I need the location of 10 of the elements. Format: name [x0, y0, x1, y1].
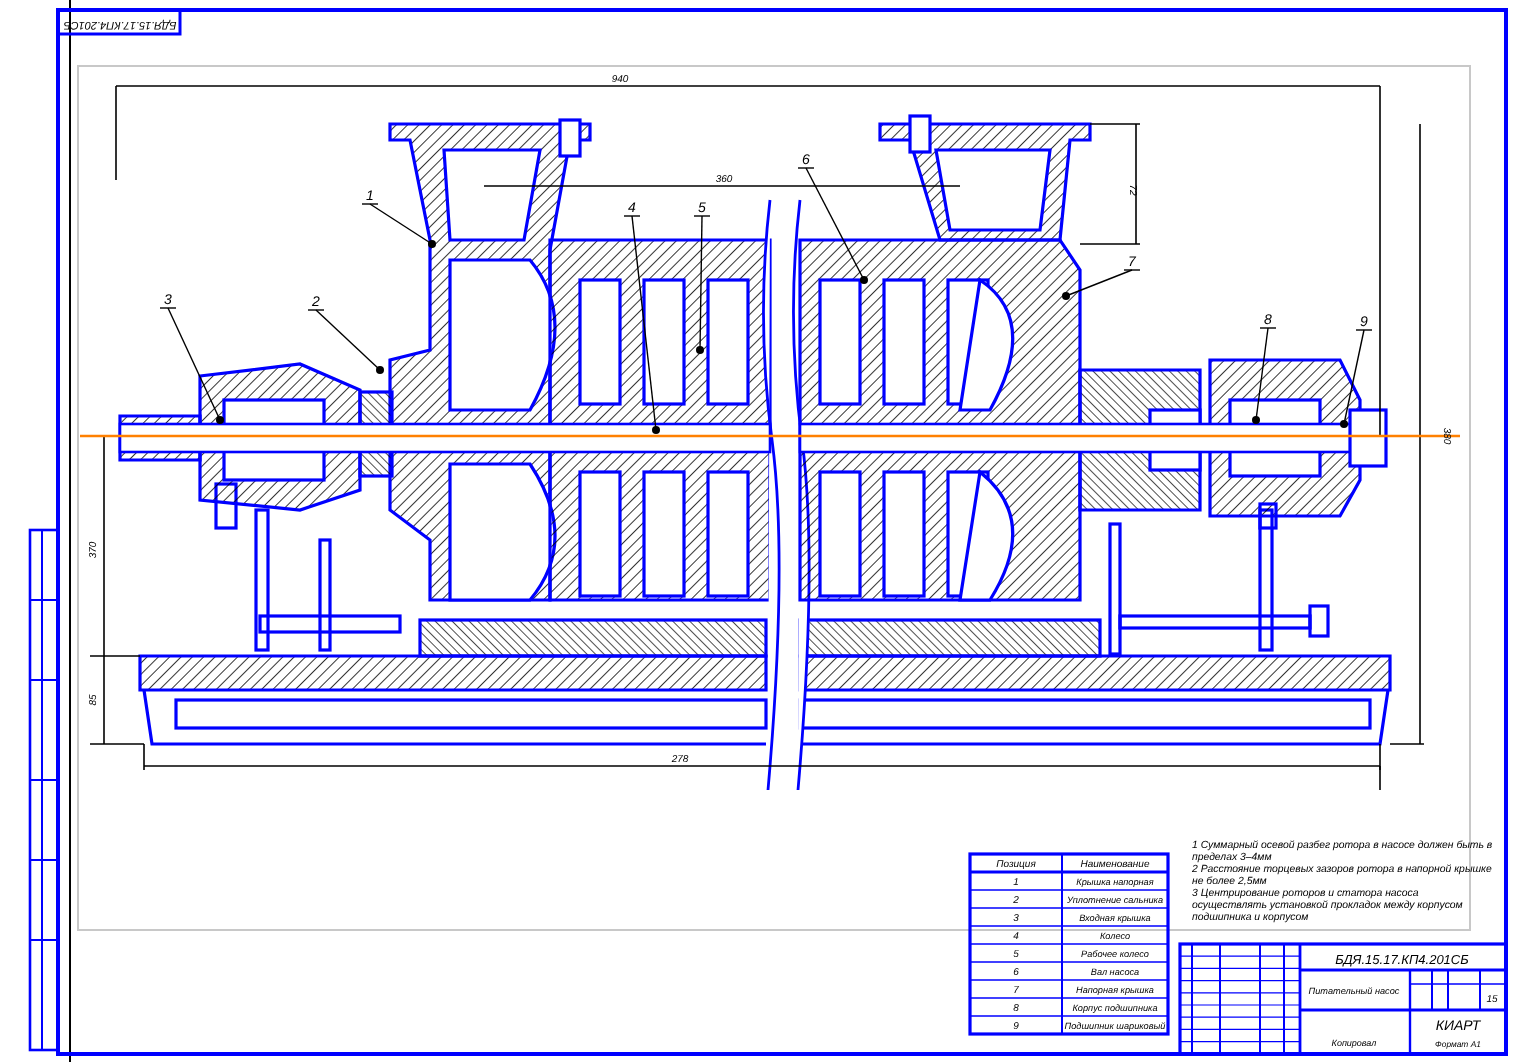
discharge-nozzle-bore [934, 148, 1052, 232]
leader-line [361, 203, 436, 248]
suction-nozzle-bore [442, 148, 542, 242]
leader-line [693, 215, 711, 354]
leader-line [307, 309, 384, 374]
leader-line [159, 307, 224, 424]
leader-line [797, 167, 868, 284]
leader-line [1340, 329, 1373, 428]
leader-line [1252, 327, 1277, 424]
leader-line [1062, 269, 1141, 300]
